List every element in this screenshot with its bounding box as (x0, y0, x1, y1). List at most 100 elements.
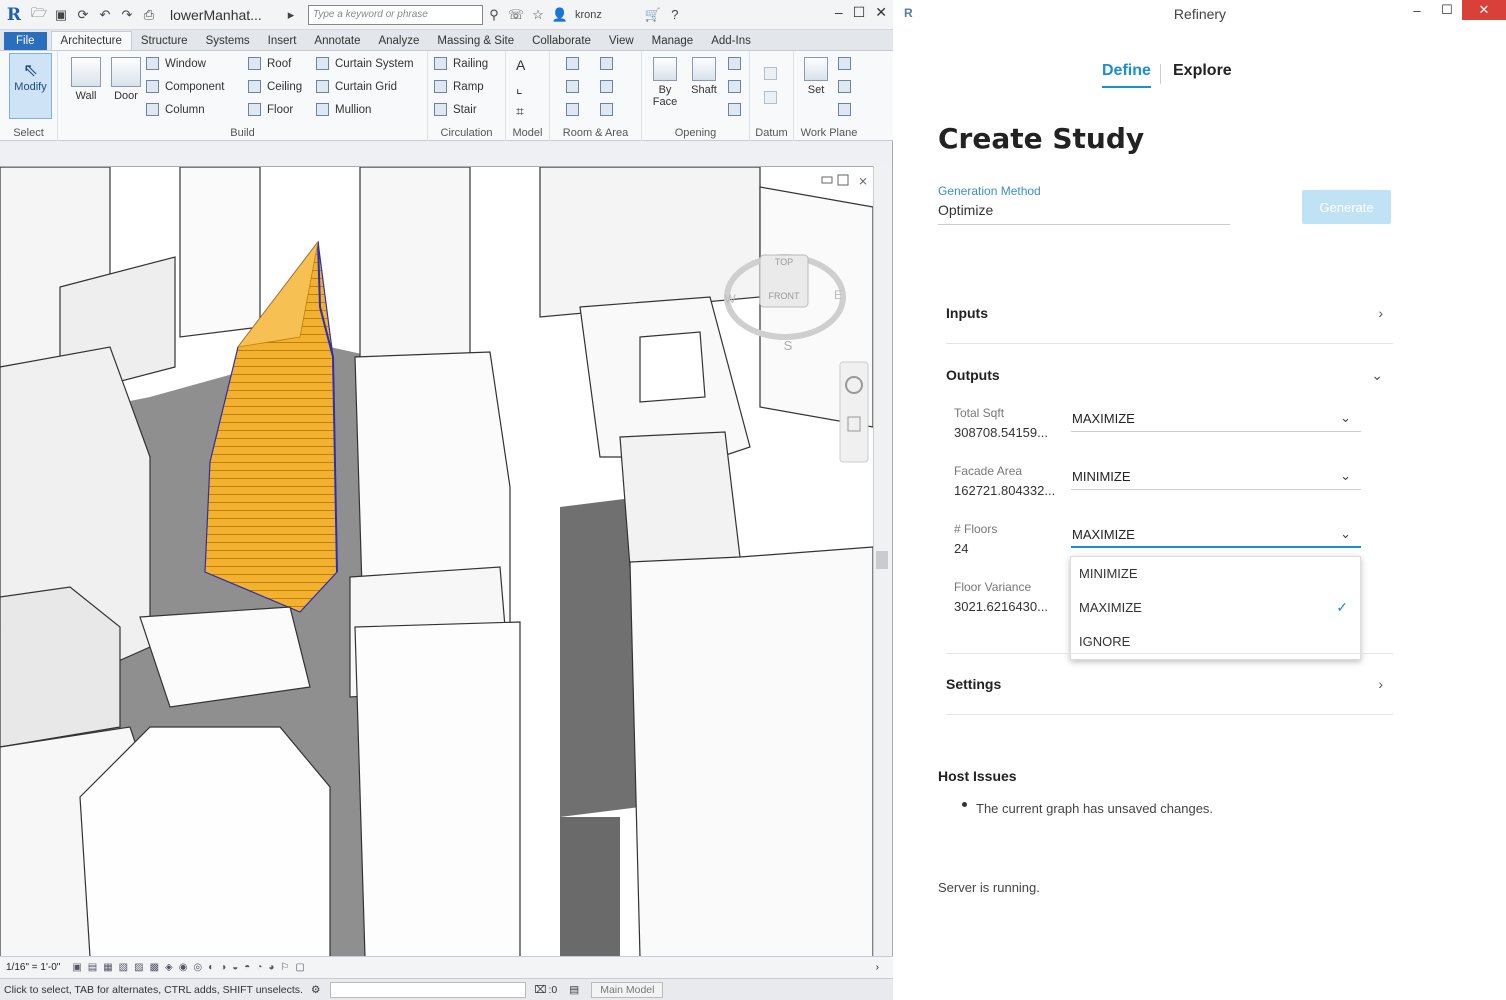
filter-icon[interactable]: ⌧ (534, 984, 546, 996)
set-button[interactable]: Set (798, 57, 834, 96)
workset-dropdown[interactable] (330, 981, 527, 998)
maximize-icon[interactable]: ☐ (853, 4, 866, 21)
generate-button[interactable]: Generate (1302, 190, 1391, 224)
tab-massing-site[interactable]: Massing & Site (428, 32, 523, 50)
inputs-section-header[interactable]: Inputs › (946, 305, 1393, 321)
tab-explore[interactable]: Explore (1173, 62, 1232, 86)
tab-structure[interactable]: Structure (132, 32, 197, 50)
scroll-right-icon[interactable]: › (876, 962, 879, 973)
tab-annotate[interactable]: Annotate (305, 32, 369, 50)
by-face-button[interactable]: By Face (648, 57, 682, 108)
view-control-icons[interactable]: ▣▤▦▧▨▩◈◉◎◐◑◒◓◔◕⚐▢ (72, 962, 310, 973)
viewcube-front[interactable]: FRONT (769, 291, 800, 301)
open-icon[interactable]: 🗁 (28, 4, 50, 26)
close-icon[interactable]: ✕ (875, 4, 887, 21)
door-button[interactable]: Door (106, 57, 146, 102)
close-icon[interactable]: ✕ (1462, 0, 1506, 20)
binoculars-icon[interactable]: ⚲ (483, 4, 505, 26)
help-icon[interactable]: ? (664, 4, 686, 26)
generation-method-select[interactable]: Optimize (938, 202, 1230, 225)
shaft-button[interactable]: Shaft (686, 57, 722, 96)
tab-manage[interactable]: Manage (643, 32, 703, 50)
scroll-thumb[interactable] (876, 551, 888, 569)
window-button[interactable]: Window (146, 57, 206, 70)
railing-button[interactable]: Railing (434, 57, 488, 70)
dropdown-option-minimize[interactable]: MINIMIZE (1071, 557, 1360, 591)
revit-logo-icon[interactable]: R (0, 5, 28, 25)
show-plane-icon[interactable] (838, 57, 857, 70)
curtain-system-button[interactable]: Curtain System (316, 57, 414, 70)
viewer-icon[interactable] (838, 103, 857, 116)
model-text-icon[interactable]: A (516, 57, 525, 73)
minimize-icon[interactable]: – (835, 4, 843, 21)
goal-select[interactable]: MAXIMIZE ⌄ (1071, 408, 1361, 432)
model-line-icon[interactable]: ⌞ (516, 80, 523, 97)
room-icon[interactable] (566, 57, 585, 70)
wall-button[interactable]: Wall (66, 57, 106, 102)
dropdown-option-maximize[interactable]: MAXIMIZE ✓ (1071, 591, 1360, 625)
3d-viewport[interactable]: TOP FRONT S E W ⨯ (0, 166, 873, 956)
viewcube-west[interactable]: W (724, 292, 736, 306)
wall-opening-icon[interactable] (728, 57, 747, 70)
viewport-vertical-scrollbar[interactable] (873, 166, 891, 956)
viewcube-south[interactable]: S (784, 338, 793, 353)
tab-insert[interactable]: Insert (259, 32, 306, 50)
column-button[interactable]: Column (146, 103, 205, 116)
area-icon[interactable] (600, 57, 619, 70)
ramp-button[interactable]: Ramp (434, 80, 484, 93)
settings-section-header[interactable]: Settings › (946, 676, 1393, 692)
redo-icon[interactable]: ↷ (116, 4, 138, 26)
room-separator-icon[interactable] (566, 80, 585, 93)
search-input[interactable]: Type a keyword or phrase (308, 4, 483, 25)
tab-systems[interactable]: Systems (197, 32, 259, 50)
maximize-icon[interactable]: ☐ (1432, 0, 1462, 20)
tab-collaborate[interactable]: Collaborate (523, 32, 600, 50)
cart-icon[interactable]: 🛒 (642, 4, 664, 26)
minimize-icon[interactable]: – (1402, 0, 1432, 20)
component-button[interactable]: Component (146, 80, 224, 93)
select-label[interactable]: Select (0, 127, 57, 139)
tag-room-icon[interactable] (566, 103, 585, 116)
goal-select[interactable]: MAXIMIZE ⌄ (1071, 524, 1361, 548)
user-name[interactable]: kronz (575, 9, 602, 21)
sync-icon[interactable]: ⟳ (72, 4, 94, 26)
undo-icon[interactable]: ↶ (94, 4, 116, 26)
tab-define[interactable]: Define (1102, 62, 1151, 88)
grid-icon[interactable] (764, 91, 783, 104)
ref-plane-icon[interactable] (838, 80, 857, 93)
tab-architecture[interactable]: Architecture (50, 31, 132, 50)
room-area-label[interactable]: Room & Area (550, 127, 641, 139)
save-icon[interactable]: ▣ (50, 4, 72, 26)
outputs-section-header[interactable]: Outputs ⌄ (946, 367, 1393, 383)
navigation-bar[interactable] (839, 361, 869, 463)
view-close-icon[interactable]: ⨯ (858, 174, 868, 188)
print-icon[interactable]: ⎙ (138, 4, 160, 26)
area-boundary-icon[interactable] (600, 80, 619, 93)
goal-select[interactable]: MINIMIZE ⌄ (1071, 466, 1361, 490)
model-group-icon[interactable]: ⌗ (516, 103, 524, 120)
scale-label[interactable]: 1/16" = 1'-0" (6, 962, 60, 973)
viewcube-top[interactable]: TOP (775, 257, 793, 267)
tab-file[interactable]: File (4, 32, 47, 50)
tab-analyze[interactable]: Analyze (369, 32, 428, 50)
model-dropdown[interactable]: Main Model (591, 981, 664, 998)
tab-view[interactable]: View (600, 32, 643, 50)
comm-center-icon[interactable]: ☏ (505, 4, 527, 26)
level-icon[interactable] (764, 67, 783, 80)
floor-button[interactable]: Floor (248, 103, 293, 116)
user-icon[interactable]: 👤 (549, 4, 571, 26)
viewcube-east[interactable]: E (834, 288, 842, 302)
modify-button[interactable]: ⇖ Modify (9, 53, 52, 119)
worksets-icon[interactable]: ⚙ (311, 984, 320, 996)
mullion-button[interactable]: Mullion (316, 103, 371, 116)
curtain-grid-button[interactable]: Curtain Grid (316, 80, 397, 93)
city-model-view[interactable]: TOP FRONT S E W ⨯ (0, 167, 873, 956)
tag-area-icon[interactable] (600, 103, 619, 116)
favorites-icon[interactable]: ☆ (527, 4, 549, 26)
tab-add-ins[interactable]: Add-Ins (702, 32, 760, 50)
design-options-icon[interactable]: ▤ (569, 984, 579, 996)
stair-button[interactable]: Stair (434, 103, 477, 116)
roof-button[interactable]: Roof (248, 57, 291, 70)
vertical-opening-icon[interactable] (728, 80, 747, 93)
dormer-icon[interactable] (728, 103, 747, 116)
